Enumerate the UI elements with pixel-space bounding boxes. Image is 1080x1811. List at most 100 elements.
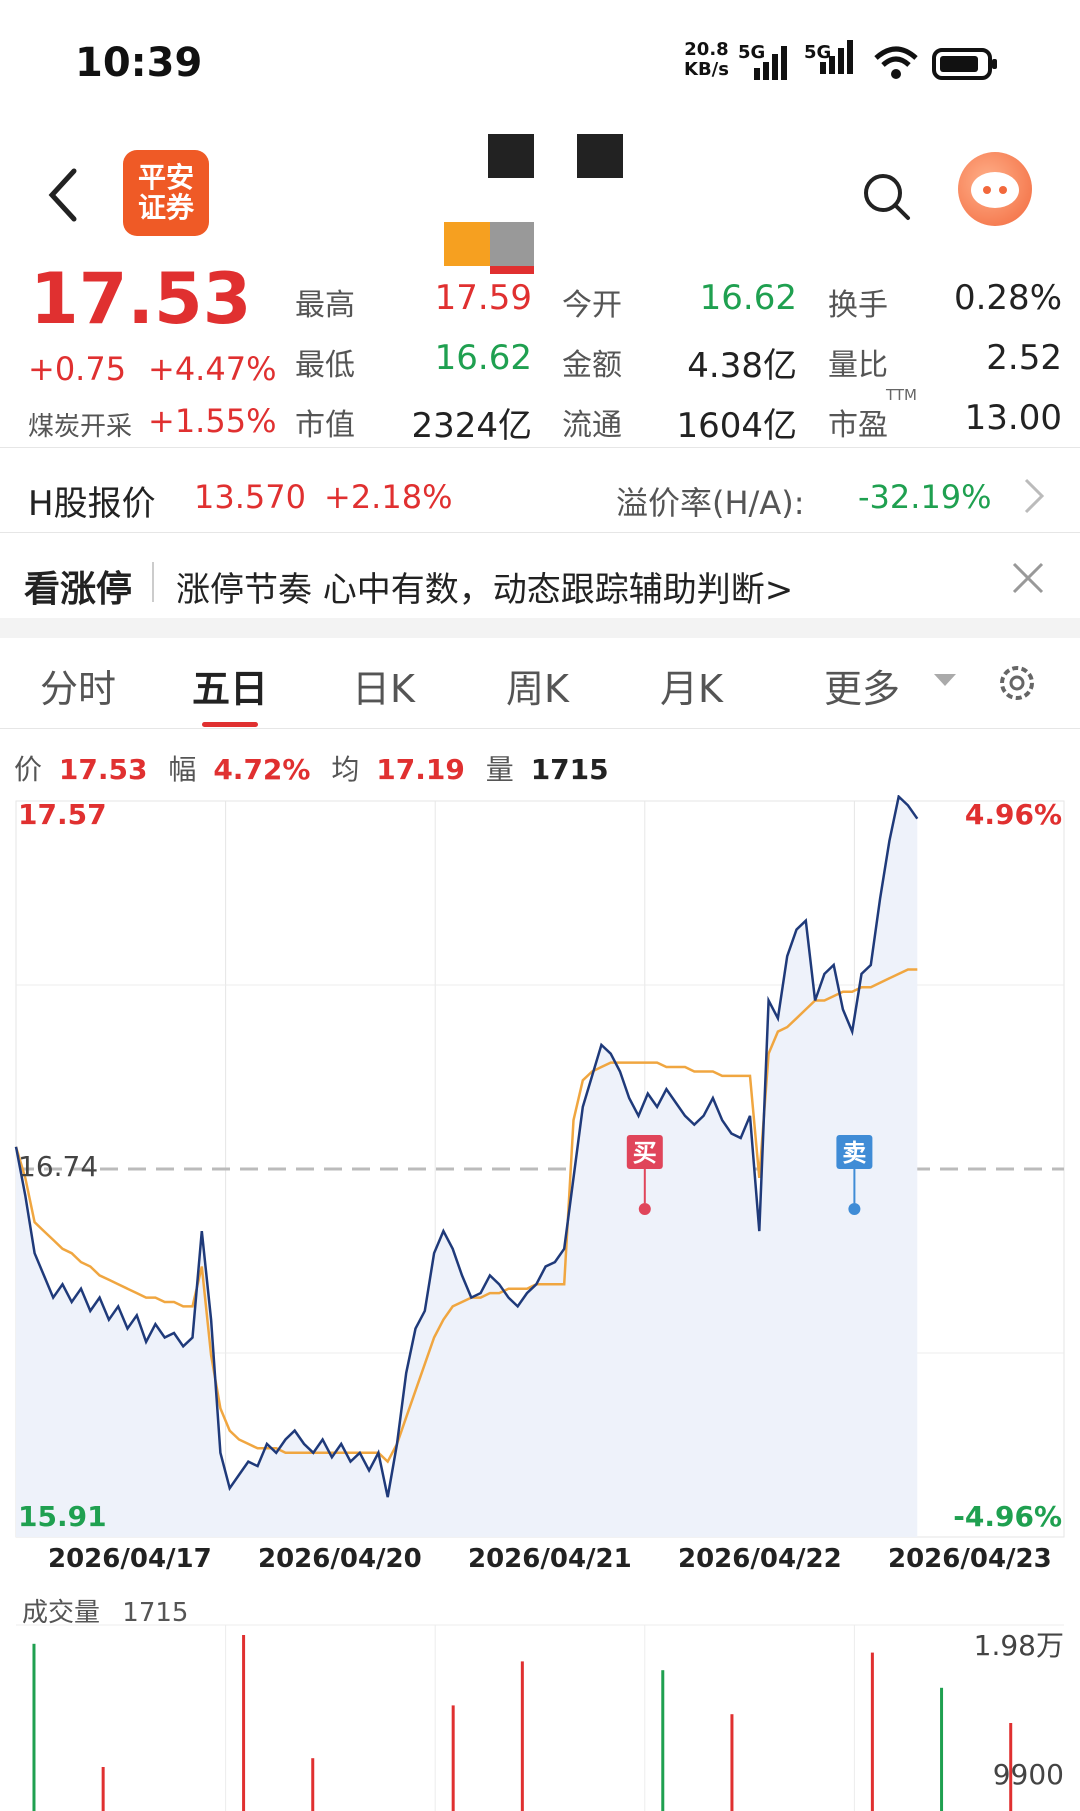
redacted-block [488,134,534,178]
vol-label: 量 [485,753,514,786]
active-tab-indicator [202,722,258,727]
volume-bar [520,1661,524,1811]
info-vol: 1715 [530,753,609,786]
quote-label: 今开 [562,288,622,323]
five-day-chart[interactable]: 买卖 [0,795,1080,1811]
x-tick-label: 2026/04/17 [48,1544,212,1574]
quote-label: 换手 [828,288,888,323]
pct-max-label: 4.96% [964,798,1062,831]
price-change: +0.75 [28,350,127,388]
chevron-right-icon[interactable] [1018,476,1048,516]
price-area-fill [16,796,918,1537]
quote-label: 市盈 [828,408,888,443]
ttm-superscript: TTM [886,386,918,404]
quote-label: 金额 [562,348,622,383]
volume-bar [661,1670,665,1811]
network-speed: 20.8 KB/s [684,39,729,80]
premium-label: 溢价率(H/A): [616,484,805,522]
quote-value: 1604亿 [676,406,797,446]
quote-value: 2324亿 [411,406,532,446]
volume-bar [870,1652,874,1811]
section-gap [0,618,1080,638]
volume-value: 1715 [122,1598,189,1628]
amp-label: 幅 [168,753,197,786]
volume-bar [311,1758,315,1811]
volume-bar [32,1643,36,1811]
banner-title: 看涨停 [24,569,133,610]
tab-5[interactable]: 更多 [824,658,900,713]
back-icon[interactable] [40,165,90,225]
status-time: 10:39 [75,40,203,86]
y-mid-label: 16.74 [18,1150,99,1183]
logo-line-2: 证券 [137,191,194,224]
hshare-price: 13.570 [194,478,306,516]
volume-bar [940,1687,944,1811]
search-icon[interactable] [860,170,914,224]
x-tick-label: 2026/04/20 [258,1544,422,1574]
quote-label: 市值 [295,408,355,443]
x-tick-label: 2026/04/23 [888,1544,1052,1574]
divider [152,562,154,602]
volume-title: 成交量 1715 [22,1592,188,1629]
quote-value: 2.52 [986,338,1062,378]
battery-icon [932,48,997,80]
chart-info-bar: 价 17.53 幅 4.72% 均 17.19 量 1715 [14,748,609,788]
avg-label: 均 [331,753,360,786]
redacted-block [577,134,623,178]
wifi-icon [874,46,918,79]
tab-2[interactable]: 日K [352,658,415,713]
settings-gear-icon[interactable] [994,660,1040,706]
quote-value: 16.62 [699,278,797,318]
current-price: 17.53 [30,258,252,340]
volume-mid-label: 9900 [992,1758,1064,1791]
price-change-pct: +4.47% [148,350,277,388]
redacted-block [444,222,490,266]
info-price: 17.53 [58,753,148,786]
tab-4[interactable]: 月K [660,658,723,713]
volume-bar [730,1714,734,1811]
quote-label: 最高 [295,288,355,323]
volume-bar [451,1705,455,1811]
banner-text[interactable]: 涨停节奏 心中有数，动态跟踪辅助判断> [176,562,793,611]
redacted-block [490,266,534,274]
volume-bar [101,1767,105,1811]
signal-icon [754,40,790,80]
x-tick-label: 2026/04/21 [468,1544,632,1574]
marker-dot-1 [848,1203,861,1215]
quote-label: 量比 [828,348,888,383]
y-max-label: 17.57 [18,798,107,831]
quote-label: 流通 [562,408,622,443]
tab-3[interactable]: 周K [506,658,569,713]
redacted-block [490,222,534,266]
price-label: 价 [14,753,43,786]
quote-value: 0.28% [953,278,1062,318]
quote-value: 13.00 [964,398,1062,438]
hshare-label: H股报价 [28,484,156,524]
tab-0[interactable]: 分时 [40,658,116,713]
robot-face-icon [971,172,1019,208]
quote-value: 16.62 [434,338,532,378]
sector-pct: +1.55% [148,402,277,440]
quote-label: 最低 [295,348,355,383]
close-icon[interactable] [1010,560,1046,596]
tab-1[interactable]: 五日 [192,658,268,713]
broker-logo[interactable]: 平安 证券 [123,150,209,236]
quote-value: 4.38亿 [687,346,797,386]
hshare-pct: +2.18% [324,478,453,516]
quote-value: 17.59 [434,278,532,318]
logo-line-1: 平安 [137,161,194,194]
assistant-avatar[interactable] [958,152,1032,226]
signal-icon-2 [820,40,856,74]
info-avg: 17.19 [376,753,465,786]
marker-dot-0 [638,1203,651,1215]
y-min-label: 15.91 [18,1500,107,1533]
x-tick-label: 2026/04/22 [678,1544,842,1574]
volume-bar [242,1635,246,1811]
dropdown-arrow-icon[interactable] [932,672,958,690]
info-amp: 4.72% [213,753,311,786]
marker-label-1: 卖 [842,1139,866,1167]
premium-value: -32.19% [858,478,992,516]
sector-name[interactable]: 煤炭开采 [28,406,132,443]
volume-max-label: 1.98万 [973,1629,1064,1662]
marker-label-0: 买 [633,1139,657,1167]
